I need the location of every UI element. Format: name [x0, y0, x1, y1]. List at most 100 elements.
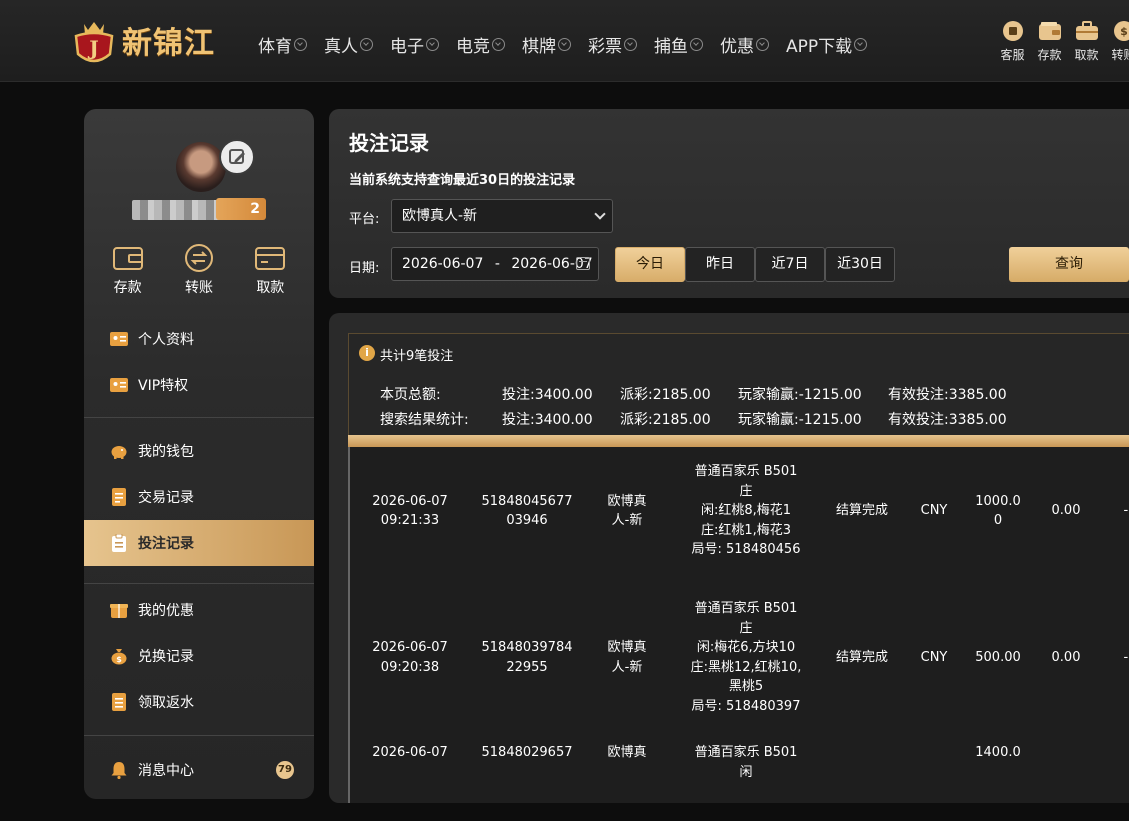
cell-line: 51848029657	[472, 743, 582, 763]
bet-records-table: 2026-06-0709:21:335184804567703946欧博真人-新…	[348, 447, 1129, 803]
platform-select[interactable]: 欧博真人-新	[391, 199, 613, 233]
cell-line: -5	[1110, 648, 1129, 668]
date-start: 2026-06-07	[402, 256, 483, 272]
chevron-down-icon	[492, 38, 505, 51]
cell-line: 2026-06-07	[360, 492, 460, 512]
table-cell-order: 51848029657	[472, 743, 582, 763]
table-cell-bet: 1400.0	[970, 743, 1026, 763]
chevron-down-icon	[756, 38, 769, 51]
cell-line: 局号: 518480456	[676, 540, 816, 560]
cell-line: 03946	[472, 511, 582, 531]
sidebar-item-redeem-records[interactable]: $ 兑换记录	[84, 633, 314, 679]
quick-customer-service[interactable]: 客服	[994, 20, 1031, 63]
cell-line: 0.00	[1036, 648, 1096, 668]
quick-withdraw[interactable]: 取款	[1068, 20, 1105, 63]
bet-count: 共计9笔投注	[380, 345, 453, 364]
nav-item-promotions[interactable]: 优惠	[720, 32, 769, 57]
table-row: 2026-06-0709:21:335184804567703946欧博真人-新…	[350, 447, 1129, 575]
sidebar-item-bet-records[interactable]: 投注记录	[84, 520, 314, 566]
clipboard-icon	[110, 534, 128, 552]
cell-line: 人-新	[592, 511, 662, 531]
cell-line: 1000.0	[970, 492, 1026, 512]
sidebar-item-messages[interactable]: 消息中心 79	[84, 747, 314, 793]
page-title: 投注记录	[349, 127, 429, 156]
date-yesterday-button[interactable]: 昨日	[685, 247, 755, 282]
nav-item-esports[interactable]: 电竞	[456, 32, 505, 57]
receipt-icon	[110, 693, 128, 711]
cell-line: 庄	[676, 482, 816, 502]
cell-line: 欧博真	[592, 492, 662, 512]
date-today-button[interactable]: 今日	[615, 247, 685, 282]
sidebar-item-transactions[interactable]: 交易记录	[84, 474, 314, 520]
cell-line: 庄	[676, 619, 816, 639]
avatar[interactable]	[176, 142, 226, 192]
table-cell-detail: 普通百家乐 B501庄闲:梅花6,方块10庄:黑桃12,红桃10,黑桃5局号: …	[676, 599, 816, 716]
nav-item-cards[interactable]: 棋牌	[522, 32, 571, 57]
cell-line: 闲	[676, 763, 816, 783]
chat-bubble-icon	[1001, 20, 1025, 42]
query-range-note: 当前系统支持查询最近30日的投注记录	[349, 169, 575, 188]
table-cell-detail: 普通百家乐 B501闲	[676, 743, 816, 782]
table-header-bar	[348, 435, 1129, 447]
sidebar-deposit-button[interactable]: 存款	[98, 243, 158, 297]
pencil-icon	[223, 143, 251, 171]
chevron-down-icon	[360, 38, 373, 51]
wallet-actions: 存款 转账 取款	[84, 243, 314, 297]
table-cell-time: 2026-06-07	[360, 743, 460, 763]
cell-line: 500.00	[970, 648, 1026, 668]
chevron-down-icon	[294, 38, 307, 51]
nav-item-live[interactable]: 真人	[324, 32, 373, 57]
bet-results-panel: i 共计9笔投注 本页总额: 投注:3400.00 派彩:2185.00 玩家输…	[329, 313, 1129, 803]
menu-group-profile: 个人资料 VIP特权	[84, 316, 314, 408]
table-cell-currency: CNY	[906, 648, 962, 668]
table-cell-bet: 500.00	[970, 648, 1026, 668]
menu-group-wallet: 我的钱包 交易记录 投注记录	[84, 428, 314, 566]
nav-item-sports[interactable]: 体育	[258, 32, 307, 57]
bank-card-icon	[254, 243, 286, 273]
menu-divider	[84, 417, 314, 418]
table-cell-status: 结算完成	[822, 648, 902, 668]
date-7days-button[interactable]: 近7日	[755, 247, 825, 282]
nav-item-slots[interactable]: 电子	[390, 32, 439, 57]
platform-label: 平台:	[349, 208, 379, 227]
chevron-down-icon	[624, 38, 637, 51]
date-range-picker[interactable]: 2026-06-07 - 2026-06-07	[391, 247, 599, 281]
date-30days-button[interactable]: 近30日	[825, 247, 895, 282]
coin-icon: $	[1112, 20, 1129, 42]
search-button[interactable]: 查询	[1009, 247, 1129, 282]
sidebar-item-vip[interactable]: VIP特权	[84, 362, 314, 408]
table-cell-currency: CNY	[906, 501, 962, 521]
date-label: 日期:	[349, 257, 379, 276]
nav-item-fishing[interactable]: 捕鱼	[654, 32, 703, 57]
sidebar-item-rebate[interactable]: 领取返水	[84, 679, 314, 725]
menu-group-messages: 消息中心 79	[84, 747, 314, 793]
sidebar-item-profile[interactable]: 个人资料	[84, 316, 314, 362]
menu-divider	[84, 583, 314, 584]
sidebar-item-my-promotions[interactable]: 我的优惠	[84, 587, 314, 633]
brand-logo[interactable]: J 新锦江	[70, 14, 215, 66]
table-cell-platform: 欧博真	[592, 743, 662, 763]
edit-profile-button[interactable]	[219, 139, 255, 175]
quick-deposit[interactable]: 存款	[1031, 20, 1068, 63]
money-bag-icon: $	[110, 647, 128, 665]
table-cell-winloss: -1	[1110, 501, 1129, 521]
sidebar-item-wallet[interactable]: 我的钱包	[84, 428, 314, 474]
cell-line: 庄:黑桃12,红桃10,	[676, 658, 816, 678]
briefcase-icon	[1075, 20, 1099, 42]
transfer-icon	[183, 243, 215, 273]
crown-shield-icon: J	[70, 16, 118, 64]
cell-line: 欧博真	[592, 743, 662, 763]
sidebar-withdraw-button[interactable]: 取款	[240, 243, 300, 297]
calendar-icon	[576, 257, 590, 270]
sidebar-transfer-button[interactable]: 转账	[169, 243, 229, 297]
cell-line: CNY	[906, 648, 962, 668]
chevron-down-icon	[426, 38, 439, 51]
quick-transfer[interactable]: $ 转账	[1105, 20, 1129, 63]
top-nav-bar: J 新锦江 体育 真人 电子 电竞 棋牌 彩票 捕鱼 优惠 APP下载 客服 存…	[0, 0, 1129, 82]
cell-line: 51848045677	[472, 492, 582, 512]
nav-item-lottery[interactable]: 彩票	[588, 32, 637, 57]
cell-line: 结算完成	[822, 501, 902, 521]
nav-item-app-download[interactable]: APP下载	[786, 32, 867, 57]
table-cell-winloss: -5	[1110, 648, 1129, 668]
svg-text:$: $	[116, 655, 122, 664]
